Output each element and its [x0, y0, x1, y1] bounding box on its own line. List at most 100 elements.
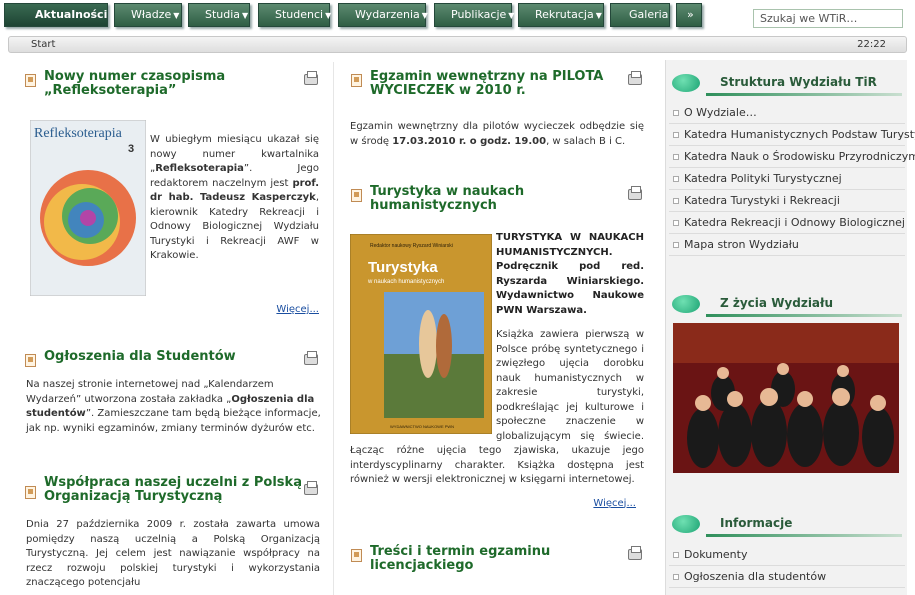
text-bold: 17.03.2010 r. o godz. 19.00	[392, 135, 547, 147]
nav-label: Studia	[205, 8, 241, 21]
article-title[interactable]: Egzamin wewnętrzny na PILOTA WYCIECZEK w…	[370, 70, 628, 98]
text-bold: Refleksoterapia	[155, 163, 244, 174]
article-header: Współpraca naszej uczelni z Polską Organ…	[14, 476, 328, 504]
print-icon[interactable]	[628, 71, 642, 85]
magazine-cover-image: Refleksoterapia 3	[30, 120, 146, 296]
cover-issue: 3	[128, 143, 134, 155]
article-header: Nowy numer czasopisma „Refleksoterapia”	[14, 70, 328, 98]
article-icon	[25, 486, 36, 499]
article-header: Ogłoszenia dla Studentów	[14, 350, 328, 367]
sidebar-section-header: Z życia Wydziału	[672, 293, 902, 317]
sidebar-item-dokumenty[interactable]: Dokumenty	[669, 544, 905, 566]
section-bullet-icon	[672, 74, 700, 92]
clock-time: 22:22	[857, 39, 886, 50]
nav-item-wydarzenia[interactable]: Wydarzenia ▼	[338, 3, 428, 27]
section-title: Struktura Wydziału TiR	[720, 75, 877, 89]
print-icon[interactable]	[304, 71, 318, 85]
nav-item-rekrutacja[interactable]: Rekrutacja ▼	[518, 3, 604, 27]
sidebar-item-katedra-turystyki[interactable]: Katedra Turystyki i Rekreacji	[669, 190, 905, 212]
breadcrumb-start[interactable]: Start	[31, 37, 55, 52]
article-icon	[351, 74, 362, 87]
book-subtitle: w naukach humanistycznych	[367, 279, 444, 285]
sidebar-item-mapa-stron[interactable]: Mapa stron Wydziału	[669, 234, 905, 256]
section-underline	[706, 314, 902, 317]
news-column-middle: Egzamin wewnętrzny na PILOTA WYCIECZEK w…	[340, 62, 652, 573]
book-editor: Redaktor naukowy Ryszard Winiarski	[370, 243, 453, 249]
dropdown-arrow-icon: ▼	[242, 11, 249, 20]
section-underline	[706, 93, 902, 96]
section-underline	[706, 534, 902, 537]
sidebar-item-ogloszenia[interactable]: Ogłoszenia dla studentów	[669, 566, 905, 588]
nav-item-studenci[interactable]: Studenci ▼	[258, 3, 332, 27]
article-text: Dnia 27 października 2009 r. została zaw…	[26, 519, 320, 588]
print-icon[interactable]	[628, 186, 642, 200]
more-link[interactable]: Więcej...	[350, 498, 636, 509]
nav-item-studia[interactable]: Studia ▼	[188, 3, 250, 27]
dropdown-arrow-icon: ▼	[325, 11, 332, 20]
article-text: Egzamin wewnętrzny dla pilotów wycieczek…	[340, 120, 644, 149]
sidebar-item-o-wydziale[interactable]: O Wydziale…	[669, 102, 905, 124]
column-divider	[333, 62, 334, 595]
nav-label: »	[687, 8, 694, 21]
dropdown-arrow-icon: ▼	[508, 11, 515, 20]
text-span: , w salach B i C.	[546, 135, 626, 147]
nav-item-publikacje[interactable]: Publikacje ▼	[434, 3, 515, 27]
nav-item-wladze[interactable]: Władze ▼	[114, 3, 182, 27]
book-publisher: WYDAWNICTWO NAUKOWE PWN	[390, 424, 454, 429]
sidebar-section-header: Struktura Wydziału TiR	[672, 72, 902, 96]
sidebar-section-header: Informacje	[672, 513, 902, 537]
nav-label: Publikacje	[451, 8, 507, 21]
nav-label: Władze	[131, 8, 172, 21]
article-title[interactable]: Nowy numer czasopisma „Refleksoterapia”	[44, 70, 304, 98]
nav-label: Wydarzenia	[355, 8, 420, 21]
breadcrumb-bar: Start 22:22	[8, 36, 907, 53]
section-bullet-icon	[672, 295, 700, 313]
sidebar-item-katedra-rekreacji[interactable]: Katedra Rekreacji i Odnowy Biologicznej	[669, 212, 905, 234]
print-icon[interactable]	[304, 481, 318, 495]
article-icon	[25, 354, 36, 367]
sidebar-item-katedra-nauk[interactable]: Katedra Nauk o Środowisku Przyrodniczym	[669, 146, 915, 168]
article-text: W ubiegłym miesiącu ukazał się nowy nume…	[150, 133, 319, 264]
nav-item-aktualnosci[interactable]: Aktualności	[4, 3, 108, 27]
article-icon	[351, 548, 362, 562]
section-title: Z życia Wydziału	[720, 296, 834, 310]
article-title[interactable]: Turystyka w naukach humanistycznych	[370, 185, 628, 213]
print-icon[interactable]	[304, 351, 318, 365]
article-header: Turystyka w naukach humanistycznych	[340, 185, 652, 213]
article-title[interactable]: Ogłoszenia dla Studentów	[44, 350, 304, 364]
section-title: Informacje	[720, 516, 793, 530]
sidebar-item-katedra-polityki[interactable]: Katedra Polityki Turystycznej	[669, 168, 905, 190]
article-body: Refleksoterapia 3 W ubiegłym miesiącu uk…	[14, 120, 328, 315]
sidebar-item-katedra-humanistycznych[interactable]: Katedra Humanistycznych Podstaw Turystyk…	[669, 124, 915, 146]
article-title[interactable]: Współpraca naszej uczelni z Polską Organ…	[44, 476, 304, 504]
nav-label: Aktualności	[35, 8, 108, 21]
article-text: Na naszej stronie internetowej nad „Kale…	[14, 378, 322, 436]
dropdown-arrow-icon: ▼	[595, 11, 602, 20]
structure-menu: O Wydziale… Katedra Humanistycznych Pods…	[669, 102, 915, 256]
cover-title: Refleksoterapia	[34, 126, 123, 141]
search-input[interactable]: Szukaj we WTiR…	[753, 9, 903, 28]
dropdown-arrow-icon: ▼	[421, 11, 428, 20]
article-body: Redaktor naukowy Ryszard Winiarski Turys…	[340, 231, 644, 509]
faculty-event-photo[interactable]	[673, 323, 899, 473]
nav-label: Rekrutacja	[535, 8, 594, 21]
article-header: Egzamin wewnętrzny na PILOTA WYCIECZEK w…	[340, 70, 652, 98]
article-icon	[25, 74, 36, 87]
article-icon	[351, 189, 362, 202]
book-title: Turystyka	[368, 259, 438, 276]
section-bullet-icon	[672, 515, 700, 533]
nav-label: Studenci	[275, 8, 324, 21]
nav-more-button[interactable]: »	[676, 3, 702, 27]
book-cover-image: Redaktor naukowy Ryszard Winiarski Turys…	[350, 234, 492, 434]
dropdown-arrow-icon: ▼	[173, 11, 180, 20]
news-column-left: Nowy numer czasopisma „Refleksoterapia” …	[14, 62, 328, 591]
article-header: Treści i termin egzaminu licencjackiego	[340, 544, 652, 573]
article-title[interactable]: Treści i termin egzaminu licencjackiego	[370, 544, 628, 573]
nav-label: Galeria	[629, 8, 669, 21]
nav-item-galeria[interactable]: Galeria	[610, 3, 670, 27]
top-navigation: Aktualności Władze ▼ Studia ▼ Studenci ▼ Wy…	[0, 0, 915, 32]
more-link[interactable]: Więcej...	[276, 304, 319, 315]
print-icon[interactable]	[628, 545, 642, 560]
right-sidebar: Struktura Wydziału TiR O Wydziale… Kated…	[665, 60, 915, 595]
info-menu: Dokumenty Ogłoszenia dla studentów	[669, 544, 905, 588]
